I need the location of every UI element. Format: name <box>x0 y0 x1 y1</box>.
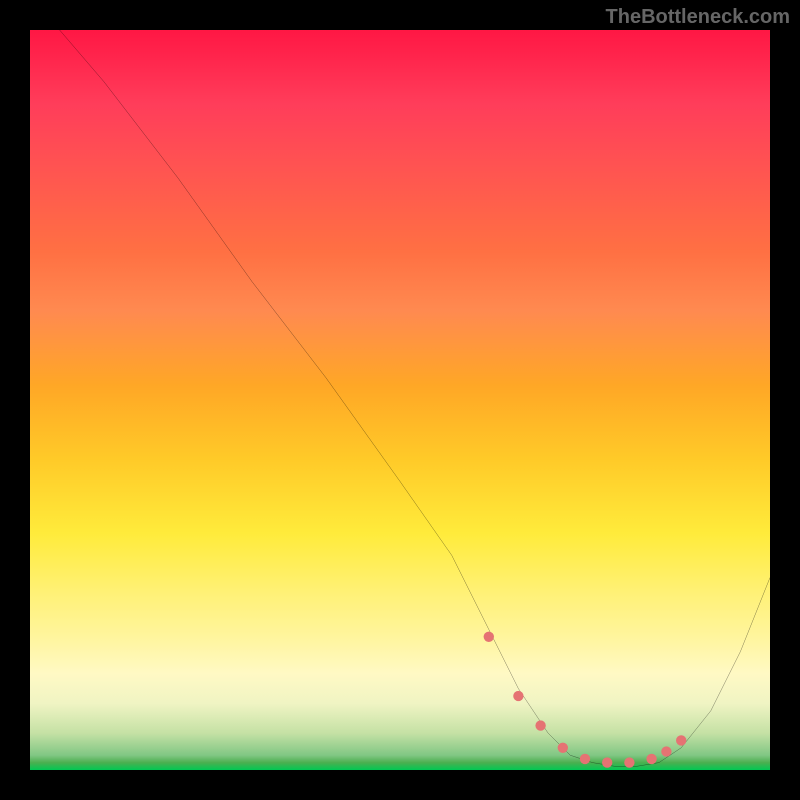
chart-svg <box>30 30 770 770</box>
bottleneck-curve <box>60 30 770 766</box>
watermark-text: TheBottleneck.com <box>606 6 790 29</box>
marker-point <box>535 720 545 730</box>
marker-point <box>513 691 523 701</box>
marker-point <box>624 757 634 767</box>
highlight-markers <box>484 632 687 768</box>
marker-point <box>484 632 494 642</box>
marker-point <box>580 754 590 764</box>
marker-point <box>646 754 656 764</box>
marker-point <box>676 735 686 745</box>
marker-point <box>558 743 568 753</box>
marker-point <box>602 757 612 767</box>
marker-point <box>661 746 671 756</box>
